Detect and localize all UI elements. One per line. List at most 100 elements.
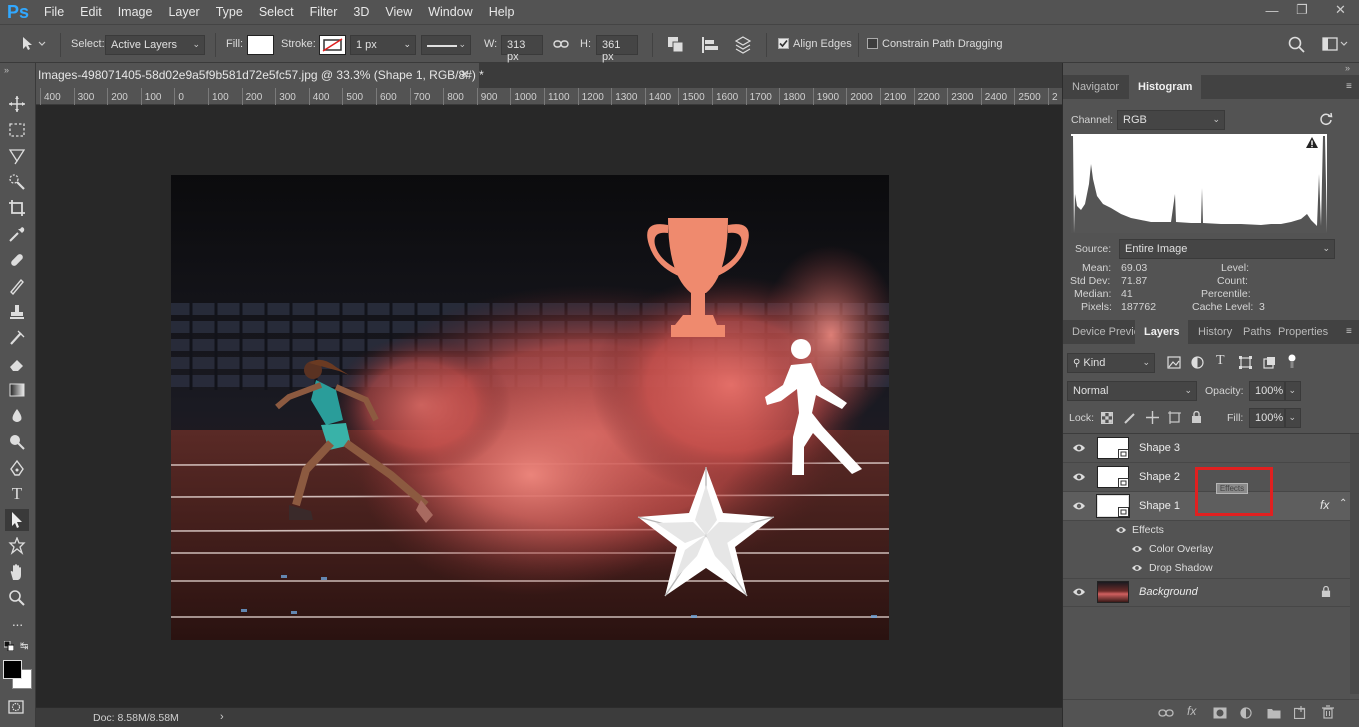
gradient-tool-icon[interactable] bbox=[5, 379, 29, 401]
fill-slider-toggle[interactable]: ⌄ bbox=[1285, 408, 1301, 428]
document-tab[interactable]: Images-498071405-58d02e9a5f9b581d72e5fc5… bbox=[36, 63, 484, 88]
effect-row-color-overlay[interactable]: Color Overlay bbox=[1063, 540, 1350, 559]
collapse-effects-icon[interactable]: ⌃ bbox=[1339, 498, 1347, 509]
custom-shape-tool-icon[interactable] bbox=[5, 535, 29, 557]
smart-object-filter-icon[interactable] bbox=[1263, 356, 1276, 369]
select-dropdown[interactable]: Active Layers ⌄ bbox=[105, 35, 205, 55]
add-layer-style-icon[interactable]: fx bbox=[1187, 704, 1196, 718]
path-alignment-icon[interactable] bbox=[701, 36, 719, 54]
filter-toggle-icon[interactable] bbox=[1287, 354, 1297, 369]
visibility-eye-icon[interactable] bbox=[1072, 586, 1086, 598]
close-tab-icon[interactable]: ✕ bbox=[460, 68, 469, 81]
menu-edit[interactable]: Edit bbox=[72, 0, 110, 24]
link-layers-icon[interactable] bbox=[1158, 707, 1174, 719]
clone-stamp-tool-icon[interactable] bbox=[5, 301, 29, 323]
shape-layer-filter-icon[interactable] bbox=[1239, 356, 1252, 369]
dodge-tool-icon[interactable] bbox=[5, 431, 29, 453]
layers-scrollbar[interactable] bbox=[1350, 434, 1359, 694]
menu-layer[interactable]: Layer bbox=[160, 0, 207, 24]
tab-navigator[interactable]: Navigator bbox=[1063, 75, 1128, 99]
layer-kind-filter[interactable]: ⚲ Kind ⌄ bbox=[1067, 353, 1155, 373]
visibility-eye-icon[interactable] bbox=[1131, 544, 1143, 554]
stroke-width-field[interactable]: 1 px ⌄ bbox=[350, 35, 416, 55]
minimize-icon[interactable]: — bbox=[1257, 0, 1287, 20]
blur-tool-icon[interactable] bbox=[5, 405, 29, 427]
source-dropdown[interactable]: Entire Image ⌄ bbox=[1119, 239, 1335, 259]
path-operations-icon[interactable] bbox=[667, 36, 685, 54]
width-field[interactable]: 313 px bbox=[501, 35, 543, 63]
path-selection-tool-icon[interactable] bbox=[5, 509, 29, 531]
quick-mask-icon[interactable] bbox=[8, 700, 24, 714]
collapse-panel-icon[interactable]: » bbox=[4, 65, 9, 75]
panel-menu-icon[interactable]: ≡ bbox=[1346, 81, 1352, 92]
channel-dropdown[interactable]: RGB ⌄ bbox=[1117, 110, 1225, 130]
path-selection-tool-icon[interactable] bbox=[20, 36, 46, 52]
menu-view[interactable]: View bbox=[377, 0, 420, 24]
menu-filter[interactable]: Filter bbox=[302, 0, 346, 24]
lock-transparent-icon[interactable] bbox=[1101, 412, 1113, 424]
move-tool-icon[interactable] bbox=[5, 93, 29, 115]
fill-field[interactable]: 100% bbox=[1249, 408, 1285, 428]
link-icon[interactable] bbox=[553, 38, 569, 50]
history-brush-tool-icon[interactable] bbox=[5, 327, 29, 349]
path-arrangement-icon[interactable] bbox=[733, 35, 753, 55]
visibility-eye-icon[interactable] bbox=[1072, 442, 1086, 454]
pixel-layer-filter-icon[interactable] bbox=[1167, 356, 1181, 369]
lock-all-icon[interactable] bbox=[1191, 411, 1202, 424]
adjustment-layer-filter-icon[interactable] bbox=[1191, 356, 1204, 369]
opacity-field[interactable]: 100% bbox=[1249, 381, 1285, 401]
lock-pixels-icon[interactable] bbox=[1124, 411, 1137, 424]
status-menu-arrow-icon[interactable]: › bbox=[220, 711, 224, 723]
tab-histogram[interactable]: Histogram bbox=[1129, 75, 1202, 99]
new-group-icon[interactable] bbox=[1267, 707, 1281, 719]
panel-menu-icon[interactable]: ≡ bbox=[1346, 326, 1352, 337]
zoom-tool-icon[interactable] bbox=[5, 587, 29, 609]
close-icon[interactable]: ✕ bbox=[1322, 0, 1359, 20]
tab-layers[interactable]: Layers bbox=[1135, 320, 1189, 344]
visibility-eye-icon[interactable] bbox=[1072, 471, 1086, 483]
lock-position-icon[interactable] bbox=[1146, 411, 1159, 424]
add-mask-icon[interactable] bbox=[1213, 707, 1227, 719]
delete-layer-icon[interactable] bbox=[1322, 705, 1334, 719]
brush-tool-icon[interactable] bbox=[5, 275, 29, 297]
fill-swatch[interactable] bbox=[247, 35, 274, 55]
document-canvas-image[interactable] bbox=[171, 175, 889, 640]
default-colors-icon[interactable] bbox=[4, 641, 14, 651]
effects-group-row[interactable]: Effects bbox=[1063, 521, 1350, 540]
search-icon[interactable] bbox=[1288, 36, 1305, 53]
constrain-checkbox[interactable] bbox=[867, 38, 878, 49]
restore-icon[interactable]: ❐ bbox=[1287, 0, 1317, 20]
healing-brush-tool-icon[interactable] bbox=[5, 249, 29, 271]
menu-3d[interactable]: 3D bbox=[345, 0, 377, 24]
menu-help[interactable]: Help bbox=[481, 0, 523, 24]
menu-file[interactable]: File bbox=[36, 0, 72, 24]
new-adjustment-layer-icon[interactable] bbox=[1240, 707, 1252, 719]
eraser-tool-icon[interactable] bbox=[5, 353, 29, 375]
effect-row-drop-shadow[interactable]: Drop Shadow bbox=[1063, 559, 1350, 579]
quick-selection-tool-icon[interactable] bbox=[5, 171, 29, 193]
type-layer-filter-icon[interactable]: T bbox=[1216, 353, 1225, 369]
opacity-slider-toggle[interactable]: ⌄ bbox=[1285, 381, 1301, 401]
marquee-tool-icon[interactable] bbox=[5, 119, 29, 141]
crop-tool-icon[interactable] bbox=[5, 197, 29, 219]
blend-mode-dropdown[interactable]: Normal ⌄ bbox=[1067, 381, 1197, 401]
menu-type[interactable]: Type bbox=[208, 0, 251, 24]
collapse-dock-icon[interactable]: » bbox=[1345, 63, 1350, 73]
workspace-icon[interactable] bbox=[1322, 37, 1348, 51]
new-layer-icon[interactable] bbox=[1294, 706, 1307, 719]
tab-properties[interactable]: Properties bbox=[1269, 320, 1337, 344]
refresh-icon[interactable] bbox=[1319, 112, 1333, 126]
eyedropper-tool-icon[interactable] bbox=[5, 223, 29, 245]
layer-effects-fx-icon[interactable]: fx bbox=[1320, 498, 1329, 512]
visibility-eye-icon[interactable] bbox=[1131, 563, 1143, 573]
layer-row-background[interactable]: Background bbox=[1063, 578, 1350, 607]
hand-tool-icon[interactable] bbox=[5, 561, 29, 583]
lock-artboard-icon[interactable] bbox=[1168, 411, 1181, 424]
menu-window[interactable]: Window bbox=[420, 0, 480, 24]
visibility-eye-icon[interactable] bbox=[1072, 500, 1086, 512]
more-tools-icon[interactable]: ··· bbox=[5, 613, 29, 635]
menu-image[interactable]: Image bbox=[110, 0, 161, 24]
foreground-color-swatch[interactable] bbox=[3, 660, 22, 679]
stroke-swatch[interactable] bbox=[319, 35, 346, 55]
visibility-eye-icon[interactable] bbox=[1115, 525, 1127, 535]
